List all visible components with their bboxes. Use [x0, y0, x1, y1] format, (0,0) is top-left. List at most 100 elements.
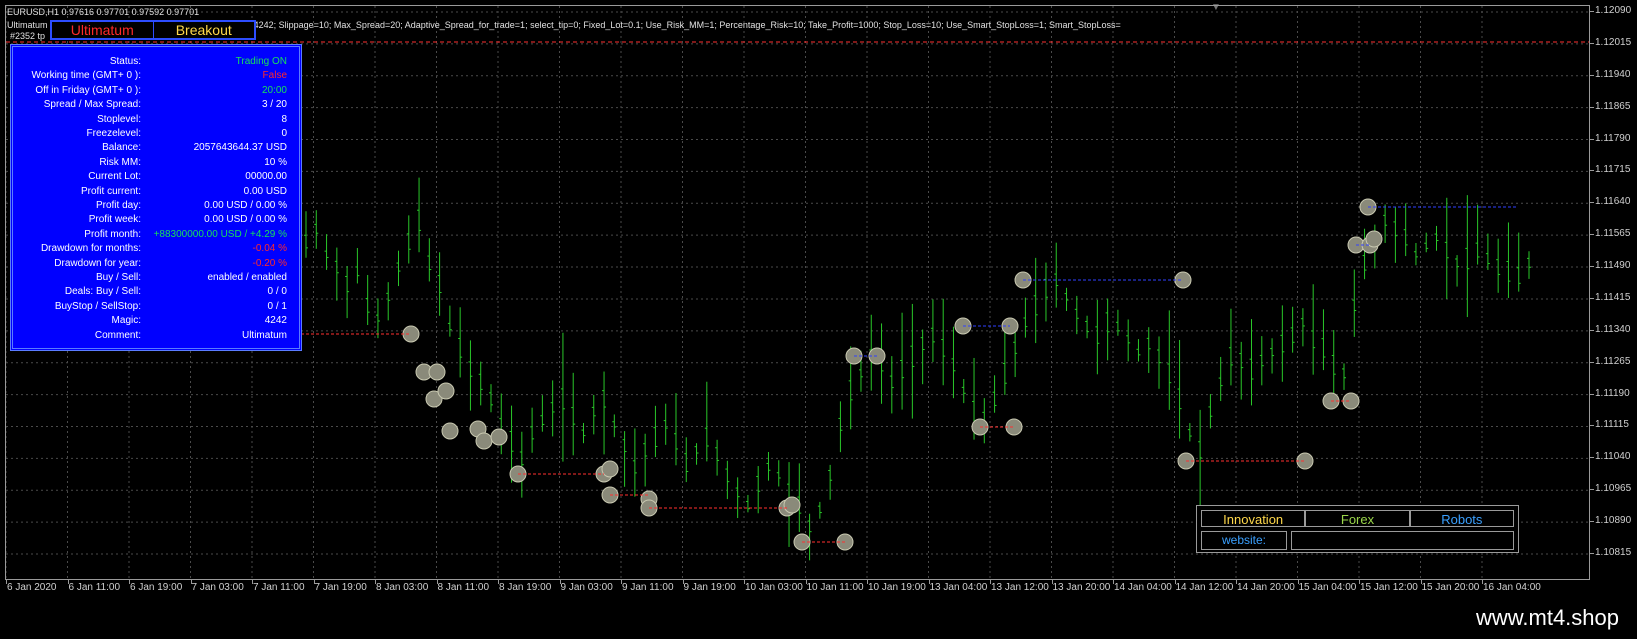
time-label: 13 Jan 04:00 — [929, 582, 988, 593]
link-robots[interactable]: Robots — [1409, 510, 1514, 527]
price-tick — [1590, 234, 1594, 236]
watermark-text: www.mt4.shop — [1475, 605, 1619, 630]
price-label: 1.12015 — [1595, 36, 1632, 48]
footer-bar — [0, 596, 1637, 639]
price-label: 1.11415 — [1595, 291, 1631, 303]
status-row-label: Freezelevel: — [86, 128, 141, 139]
status-row-value: -0.04 % — [252, 243, 287, 255]
time-label: 10 Jan 03:00 — [745, 582, 803, 593]
trade-marker — [428, 363, 446, 381]
status-row: Profit current: 0.00 USD — [13, 185, 299, 199]
ea-status-panel: Status: Trading ON Working time (GMT+ 0 ):… — [10, 44, 302, 351]
price-tick — [1590, 489, 1594, 491]
price-label: 1.11265 — [1595, 355, 1631, 367]
price-label: 1.11715 — [1595, 164, 1631, 176]
price-tick — [1590, 202, 1594, 204]
status-row-label: Deals: Buy / Sell: — [64, 286, 141, 298]
symbol-header: EURUSD,H1 0.97616 0.97701 0.97592 0.9770… — [7, 7, 200, 17]
status-row-label: Risk MM: — [99, 156, 141, 168]
time-label: 8 Jan 19:00 — [499, 582, 552, 593]
status-row-value: 0.00 USD / 0.00 % — [204, 200, 287, 211]
price-tick — [1590, 329, 1594, 331]
status-row: Current Lot: 00000.00 — [13, 170, 299, 184]
trade-marker — [475, 432, 493, 450]
price-tick — [1590, 74, 1594, 76]
status-row: Drawdown for months: -0.04 % — [13, 242, 299, 256]
status-row: Comment: Ultimatum — [13, 329, 299, 343]
time-label: 15 Jan 12:00 — [1360, 582, 1418, 593]
time-label: 6 Jan 2020 — [7, 582, 57, 593]
time-label: 10 Jan 11:00 — [806, 582, 864, 593]
time-label: 10 Jan 19:00 — [868, 582, 926, 593]
links-row: Innovation Forex Robots — [1201, 510, 1514, 527]
status-row-value: 00000.00 — [245, 171, 287, 183]
status-row-value: 20:00 — [261, 84, 287, 96]
status-row-value: Trading ON — [235, 56, 287, 67]
status-row-value: 8 — [281, 113, 287, 125]
status-row-value: 4242 — [264, 315, 287, 327]
time-label: 13 Jan 20:00 — [1052, 582, 1111, 593]
status-row: Magic: 4242 — [13, 314, 299, 328]
time-label: 14 Jan 04:00 — [1114, 582, 1172, 593]
brand-tab-breakout[interactable]: Breakout — [154, 22, 255, 38]
order-tp-label: #2352 tp — [10, 31, 46, 41]
time-label: 7 Jan 19:00 — [314, 582, 367, 593]
links-panel: Innovation Forex Robots website: — [1196, 505, 1519, 553]
status-row-value: +88300000.00 USD / +4.29 % — [153, 228, 287, 240]
price-tick — [1590, 361, 1594, 363]
status-row-label: Off in Friday (GMT+ 0 ): — [35, 84, 141, 96]
status-row: Working time (GMT+ 0 ): False — [13, 69, 299, 83]
status-row: Stoplevel: 8 — [13, 113, 299, 127]
brand-tab-ultimatum[interactable]: Ultimatum — [52, 22, 154, 38]
status-row-label: Current Lot: — [88, 171, 141, 183]
time-label: 15 Jan 20:00 — [1421, 582, 1480, 593]
status-row: Risk MM: 10 % — [13, 156, 299, 170]
status-row-label: Profit week: — [88, 214, 141, 226]
link-innovation[interactable]: Innovation — [1201, 510, 1306, 527]
status-row-label: Profit month: — [84, 228, 141, 240]
price-label: 1.10890 — [1595, 515, 1632, 527]
status-row-value: False — [262, 70, 287, 82]
price-label: 1.10815 — [1595, 547, 1632, 558]
status-row-value: 0 — [281, 128, 287, 139]
status-row-label: Drawdown for months: — [40, 243, 141, 255]
status-row-value: 10 % — [264, 156, 287, 168]
trade-marker — [783, 496, 801, 514]
trade-marker — [490, 428, 508, 446]
time-label: 15 Jan 04:00 — [1298, 582, 1357, 593]
price-tick — [1590, 138, 1594, 140]
trade-marker — [601, 460, 619, 478]
link-forex[interactable]: Forex — [1305, 510, 1410, 527]
status-row-value: enabled / enabled — [207, 272, 287, 283]
status-row-label: Status: — [109, 56, 141, 67]
status-row-label: BuyStop / SellStop: — [54, 300, 141, 312]
time-axis: 6 Jan 2020 6 Jan 11:00 6 Jan 19:00 7 Jan 03… — [5, 580, 1590, 596]
price-label: 1.10965 — [1595, 483, 1632, 495]
status-row-label: Magic: — [111, 315, 141, 327]
time-label: 14 Jan 12:00 — [1175, 582, 1234, 593]
status-row: Profit week: 0.00 USD / 0.00 % — [13, 213, 299, 227]
status-row: Deals: Buy / Sell: 0 / 0 — [13, 285, 299, 299]
time-label: 6 Jan 19:00 — [130, 582, 183, 593]
website-field[interactable] — [1291, 531, 1514, 550]
price-label: 1.11790 — [1595, 132, 1631, 144]
time-label: 8 Jan 11:00 — [437, 582, 490, 593]
status-row-label: Comment: — [94, 329, 141, 341]
status-row-label: Stoplevel: — [97, 113, 141, 125]
price-label: 1.11940 — [1595, 68, 1631, 80]
price-label: 1.11190 — [1595, 387, 1630, 399]
status-row: Spread / Max Spread: 3 / 20 — [13, 98, 299, 112]
status-row-value: Ultimatum — [241, 329, 287, 341]
price-tick — [1590, 170, 1594, 172]
status-row-value: -0.20 % — [252, 257, 287, 269]
status-row: Balance: 2057643644.37 USD — [13, 141, 299, 155]
trade-marker — [441, 422, 459, 440]
price-tick — [1590, 521, 1594, 523]
status-row: Status: Trading ON — [13, 55, 299, 69]
price-axis: 1.12090 1.12015 1.11940 1.11865 1.11790 1.117… — [1590, 5, 1637, 580]
status-row-label: Spread / Max Spread: — [43, 99, 141, 111]
status-row-label: Drawdown for year: — [54, 257, 141, 269]
status-row-label: Working time (GMT+ 0 ): — [31, 70, 141, 82]
time-label: 9 Jan 03:00 — [560, 582, 613, 593]
time-label: 14 Jan 20:00 — [1237, 582, 1295, 593]
